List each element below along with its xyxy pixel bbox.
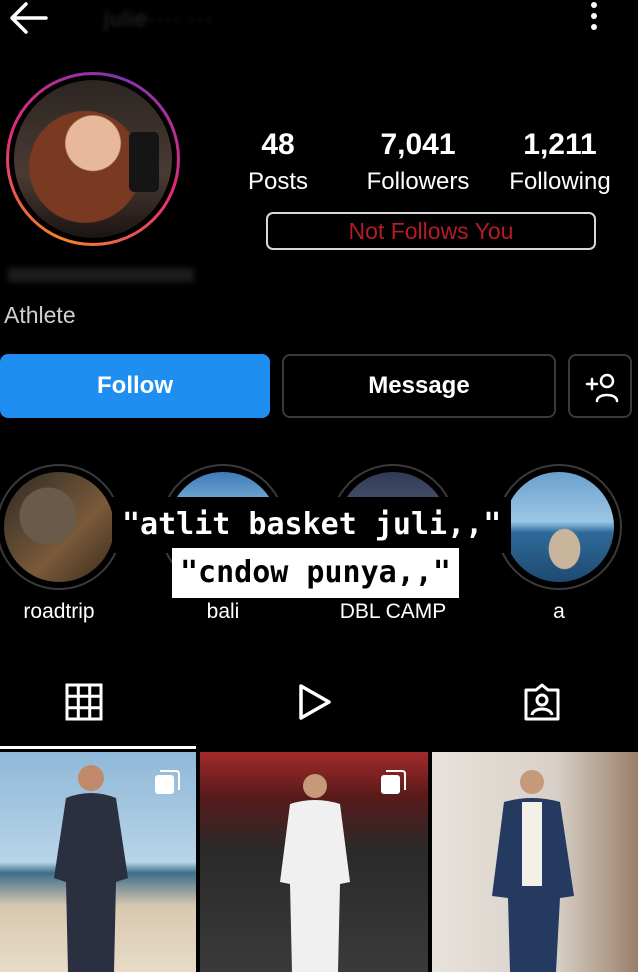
avatar-photo bbox=[14, 80, 172, 238]
tab-reels[interactable] bbox=[295, 682, 335, 722]
tab-tagged[interactable] bbox=[522, 682, 562, 722]
profile-avatar[interactable] bbox=[6, 72, 180, 246]
highlight-cover bbox=[504, 472, 614, 582]
display-name-blurred bbox=[8, 268, 194, 282]
profile-username: julie···· ··· bbox=[104, 6, 214, 31]
highlight-label: a bbox=[553, 600, 565, 623]
followers-count-label: Followers bbox=[366, 168, 470, 195]
grid-icon bbox=[65, 683, 103, 721]
add-user-icon bbox=[585, 373, 619, 403]
top-bar: julie···· ··· bbox=[0, 0, 638, 50]
grid-post[interactable] bbox=[432, 752, 638, 972]
not-follows-you-badge: Not Follows You bbox=[266, 212, 596, 250]
posts-count-value: 48 bbox=[261, 128, 295, 161]
suggested-users-button[interactable] bbox=[568, 354, 632, 418]
carousel-icon bbox=[154, 770, 180, 796]
message-button[interactable]: Message bbox=[282, 354, 556, 418]
posts-count-label: Posts bbox=[247, 168, 309, 195]
highlight-a[interactable]: a bbox=[496, 464, 622, 623]
overlay-caption-line-1: "atlit basket juli,," bbox=[112, 497, 512, 553]
active-tab-indicator bbox=[0, 746, 196, 749]
tagged-person-icon bbox=[524, 683, 560, 721]
highlight-label: DBL CAMP bbox=[339, 600, 447, 623]
back-arrow-icon[interactable] bbox=[6, 0, 50, 36]
posts-count[interactable]: 48 Posts bbox=[236, 128, 320, 196]
following-count-value: 1,211 bbox=[523, 128, 597, 161]
reels-play-icon bbox=[299, 684, 331, 720]
following-count-label: Following bbox=[509, 168, 611, 195]
follow-button[interactable]: Follow bbox=[0, 354, 270, 418]
overlay-caption-line-2: "cndow punya,," bbox=[172, 548, 459, 598]
followers-count-value: 7,041 bbox=[380, 128, 456, 161]
following-count[interactable]: 1,211 Following bbox=[498, 128, 622, 196]
highlight-roadtrip[interactable]: roadtrip bbox=[0, 464, 122, 623]
grid-post[interactable] bbox=[200, 752, 428, 972]
more-options-icon[interactable] bbox=[582, 0, 606, 34]
highlight-cover bbox=[4, 472, 114, 582]
highlight-label: bali bbox=[206, 600, 240, 623]
profile-bio: Athlete bbox=[4, 302, 76, 328]
highlight-label: roadtrip bbox=[23, 600, 95, 623]
grid-post[interactable] bbox=[0, 752, 196, 972]
tab-posts-grid[interactable] bbox=[64, 682, 104, 722]
carousel-icon bbox=[380, 770, 406, 796]
followers-count[interactable]: 7,041 Followers bbox=[358, 128, 478, 196]
